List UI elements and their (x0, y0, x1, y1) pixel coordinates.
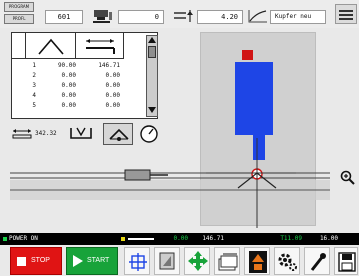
stop-label: STOP (31, 257, 50, 264)
play-icon (73, 255, 83, 269)
press-icon[interactable] (92, 8, 114, 24)
axis-value-4: 16.00 (319, 235, 338, 242)
reference-point-button[interactable] (124, 247, 150, 275)
stop-icon (17, 257, 26, 266)
bend-simulation (10, 50, 330, 228)
start-button[interactable]: START (66, 247, 118, 275)
start-label: START (87, 257, 110, 264)
crosshair-icon (129, 253, 147, 273)
gear-icon (278, 252, 298, 274)
material-curve-icon[interactable] (248, 9, 268, 23)
material-field[interactable]: Kupfer neu (270, 10, 326, 24)
sheet-view-icon (159, 252, 177, 274)
backgauge-finger (124, 169, 151, 181)
stop-button[interactable]: STOP (10, 247, 62, 275)
save-button[interactable] (334, 247, 358, 275)
stack-icon (218, 253, 238, 273)
power-led (3, 237, 7, 241)
top-toolbar: PROGRAM PROFL 601 0 4.20 Kupfer neu (0, 0, 359, 28)
program-button[interactable]: PROGRAM (4, 2, 34, 12)
punch-holder (253, 135, 265, 160)
zoom-icon[interactable] (340, 170, 356, 188)
axis-value-3: T11.09 (280, 235, 302, 242)
move-axes-button[interactable] (184, 247, 210, 275)
upper-beam (235, 62, 273, 135)
move-arrows-icon (188, 251, 208, 273)
menu-icon (339, 9, 353, 23)
profile-button[interactable]: PROFL (4, 14, 34, 24)
bottom-toolbar: STOP START (0, 245, 359, 276)
axis-bar-icon (128, 238, 154, 240)
count-field[interactable]: 0 (118, 10, 164, 24)
stack-button[interactable] (214, 247, 240, 275)
save-icon (338, 252, 356, 274)
signal-led (121, 237, 125, 241)
sheet-view-button[interactable] (154, 247, 180, 275)
wrench-icon (309, 252, 327, 274)
upper-beam-clamp (242, 50, 253, 60)
bend-sequence-icon (249, 251, 267, 275)
menu-button[interactable] (335, 4, 357, 24)
axis-value-2: 146.71 (202, 235, 224, 242)
status-bar: POWER ON 0.00 146.71 T11.09 16.00 (0, 233, 359, 245)
axis-value-1: 0.00 (173, 235, 188, 242)
program-number-field[interactable]: 601 (45, 10, 83, 24)
tools-button[interactable] (304, 247, 330, 275)
settings-button[interactable] (274, 247, 300, 275)
power-status: POWER ON (9, 235, 38, 242)
bend-sequence-button[interactable] (244, 247, 270, 275)
thickness-icon[interactable] (173, 9, 195, 23)
thickness-field[interactable]: 4.20 (197, 10, 243, 24)
